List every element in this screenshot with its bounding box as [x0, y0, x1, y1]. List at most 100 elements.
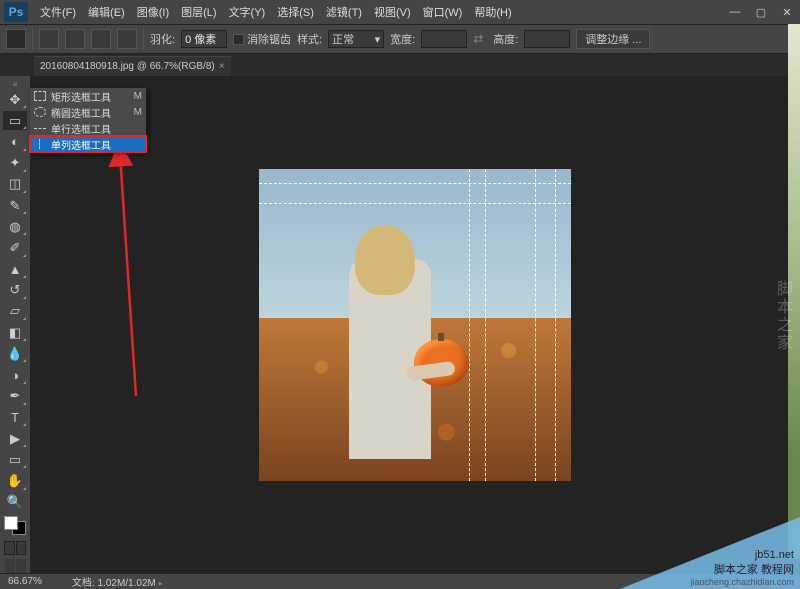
eyedropper-tool[interactable]: ✎	[3, 196, 27, 215]
menu-window[interactable]: 窗口(W)	[417, 4, 469, 20]
foreground-swatch[interactable]	[4, 516, 18, 530]
zoom-level[interactable]: 66.67%	[8, 576, 42, 587]
marquee-line	[555, 169, 556, 481]
document-tab-bar: 20160804180918.jpg @ 66.7%(RGB/8) ×	[0, 54, 800, 76]
style-label: 样式:	[297, 31, 322, 47]
antialias-label: 消除锯齿	[247, 31, 291, 47]
toolbar-handle-icon[interactable]: ≡	[2, 80, 28, 88]
selection-new-icon[interactable]	[39, 29, 59, 49]
minimize-button[interactable]: —	[722, 3, 748, 21]
eraser-tool[interactable]: ▱	[3, 302, 27, 321]
dodge-tool[interactable]: ◑	[3, 365, 27, 384]
menu-edit[interactable]: 编辑(E)	[82, 4, 131, 20]
selection-add-icon[interactable]	[65, 29, 85, 49]
blur-tool[interactable]: 💧	[3, 344, 27, 363]
selection-subtract-icon[interactable]	[91, 29, 111, 49]
width-label: 宽度:	[390, 31, 415, 47]
doc-info[interactable]: 文档: 1.02M/1.02M ▸	[72, 574, 163, 589]
app-logo: Ps	[4, 2, 28, 22]
window-controls: — ▢ ✕	[722, 3, 800, 21]
height-label: 高度:	[493, 31, 518, 47]
lasso-tool[interactable]: ◐	[3, 132, 27, 151]
screen-mode-toggle[interactable]	[5, 559, 26, 573]
document-canvas[interactable]	[259, 169, 571, 481]
marquee-tool[interactable]: ▭	[3, 111, 27, 130]
hand-tool[interactable]: ✋	[3, 471, 27, 490]
doc-info-label: 文档:	[72, 578, 95, 589]
watermark-text: jb51.net 脚本之家 教程网 jiaocheng.chazhidian.c…	[690, 549, 794, 587]
rect-marquee-icon	[34, 91, 46, 101]
chevron-right-icon: ▸	[159, 579, 163, 588]
quickmask-toggle[interactable]	[4, 541, 26, 555]
flyout-item-rect-marquee[interactable]: 矩形选框工具 M	[30, 88, 146, 104]
menu-type[interactable]: 文字(Y)	[223, 4, 272, 20]
watermark-corner: jb51.net 脚本之家 教程网 jiaocheng.chazhidian.c…	[620, 517, 800, 589]
separator	[32, 29, 33, 49]
close-tab-icon[interactable]: ×	[219, 61, 225, 72]
menu-bar: Ps 文件(F) 编辑(E) 图像(I) 图层(L) 文字(Y) 选择(S) 滤…	[0, 0, 800, 24]
watermark-side: 脚本之家	[770, 280, 794, 352]
doc-info-value: 1.02M/1.02M	[97, 578, 155, 589]
marquee-line	[485, 169, 486, 481]
menu-layer[interactable]: 图层(L)	[175, 4, 222, 20]
feather-input[interactable]	[181, 30, 227, 48]
menu-image[interactable]: 图像(I)	[131, 4, 175, 20]
clone-stamp-tool[interactable]: ▲	[3, 260, 27, 279]
style-value: 正常	[332, 31, 354, 47]
history-brush-tool[interactable]: ↺	[3, 281, 27, 300]
column-marquee-icon	[34, 139, 46, 149]
gradient-tool[interactable]: ◧	[3, 323, 27, 342]
pen-tool[interactable]: ✒	[3, 387, 27, 406]
type-tool[interactable]: T	[3, 408, 27, 427]
menu-filter[interactable]: 滤镜(T)	[320, 4, 368, 20]
color-swatches[interactable]	[4, 516, 26, 535]
row-marquee-icon	[34, 123, 46, 133]
menu-view[interactable]: 视图(V)	[368, 4, 417, 20]
width-input[interactable]	[421, 30, 467, 48]
flyout-shortcut: M	[134, 107, 142, 118]
flyout-item-column-marquee[interactable]: 单列选框工具	[30, 136, 146, 152]
menu-help[interactable]: 帮助(H)	[468, 4, 517, 20]
move-tool[interactable]: ✥	[3, 90, 27, 109]
document-tab[interactable]: 20160804180918.jpg @ 66.7%(RGB/8) ×	[34, 56, 231, 76]
photo-hair	[355, 225, 415, 295]
ellipse-marquee-icon	[34, 107, 46, 117]
chevron-down-icon: ▾	[375, 33, 381, 46]
flyout-shortcut: M	[134, 91, 142, 102]
feather-label: 羽化:	[150, 31, 175, 47]
tools-panel: ≡ ✥ ▭ ◐ ✦ ◫ ✎ ◍ ✐ ▲ ↺ ▱ ◧ 💧 ◑ ✒ T ▶ ▭ ✋ …	[0, 76, 30, 573]
document-tab-title: 20160804180918.jpg @ 66.7%(RGB/8)	[40, 61, 215, 72]
flyout-item-ellipse-marquee[interactable]: 椭圆选框工具 M	[30, 104, 146, 120]
antialias-checkbox[interactable]: 消除锯齿	[233, 31, 291, 47]
marquee-line	[259, 183, 571, 184]
magic-wand-tool[interactable]: ✦	[3, 154, 27, 173]
separator	[143, 29, 144, 49]
menu-file[interactable]: 文件(F)	[34, 4, 82, 20]
zoom-tool[interactable]: 🔍	[3, 493, 27, 512]
swap-dims-icon[interactable]: ⇄	[473, 32, 487, 46]
menu-select[interactable]: 选择(S)	[271, 4, 320, 20]
flyout-label: 矩形选框工具	[51, 89, 111, 104]
close-button[interactable]: ✕	[774, 3, 800, 21]
options-bar: 羽化: 消除锯齿 样式: 正常 ▾ 宽度: ⇄ 高度: 调整边缘 ...	[0, 24, 800, 54]
refine-edge-button[interactable]: 调整边缘 ...	[576, 29, 650, 49]
style-select[interactable]: 正常 ▾	[328, 30, 384, 48]
healing-brush-tool[interactable]: ◍	[3, 217, 27, 236]
maximize-button[interactable]: ▢	[748, 3, 774, 21]
current-tool-icon[interactable]	[6, 29, 26, 49]
crop-tool[interactable]: ◫	[3, 175, 27, 194]
marquee-tool-flyout: 矩形选框工具 M 椭圆选框工具 M 单行选框工具 单列选框工具	[30, 88, 146, 152]
shape-tool[interactable]: ▭	[3, 450, 27, 469]
brush-tool[interactable]: ✐	[3, 238, 27, 257]
flyout-label: 单行选框工具	[51, 121, 111, 136]
height-input[interactable]	[524, 30, 570, 48]
selection-intersect-icon[interactable]	[117, 29, 137, 49]
marquee-line	[535, 169, 536, 481]
marquee-line	[469, 169, 470, 481]
flyout-label: 单列选框工具	[51, 137, 111, 152]
path-select-tool[interactable]: ▶	[3, 429, 27, 448]
flyout-item-row-marquee[interactable]: 单行选框工具	[30, 120, 146, 136]
marquee-line	[259, 203, 571, 204]
flyout-label: 椭圆选框工具	[51, 105, 111, 120]
checkbox-icon	[233, 34, 244, 45]
